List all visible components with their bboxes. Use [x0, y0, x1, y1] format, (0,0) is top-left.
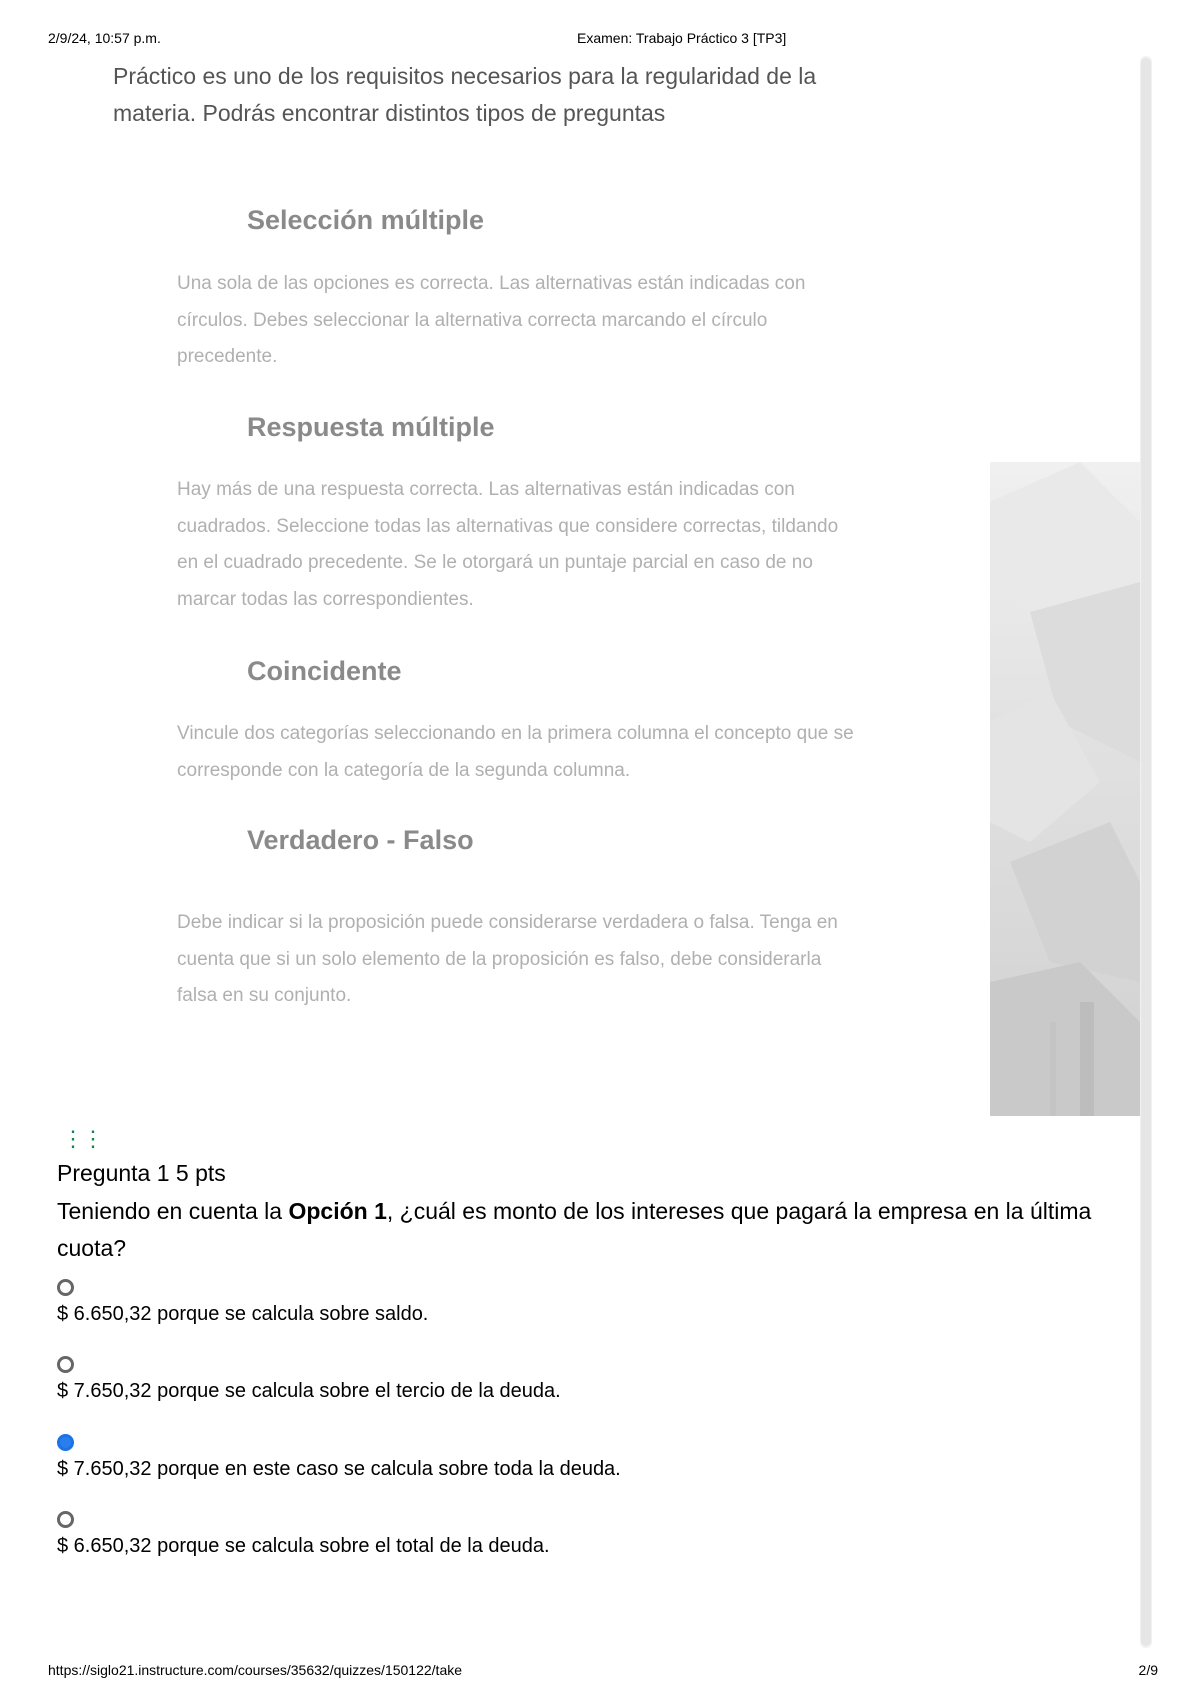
- print-title: Examen: Trabajo Práctico 3 [TP3]: [577, 30, 787, 46]
- question-header: Pregunta 1 5 pts: [57, 1160, 226, 1186]
- decorative-image: [990, 462, 1140, 1116]
- radio-button[interactable]: [57, 1511, 74, 1528]
- section-title-coincidente: Coincidente: [247, 656, 402, 686]
- decorative-shapes: [990, 462, 1140, 1116]
- drag-handle-icon[interactable]: ⋮⋮: [62, 1126, 104, 1152]
- answer-option-3[interactable]: $ 7.650,32 porque en este caso se calcul…: [57, 1434, 957, 1481]
- answer-option-4[interactable]: $ 6.650,32 porque se calcula sobre el to…: [57, 1511, 957, 1558]
- answer-label[interactable]: $ 6.650,32 porque se calcula sobre saldo…: [57, 1303, 957, 1326]
- answer-label[interactable]: $ 7.650,32 porque en este caso se calcul…: [57, 1458, 957, 1481]
- section-text-seleccion-multiple: Una sola de las opciones es correcta. La…: [177, 273, 806, 367]
- section-text-respuesta-multiple: Hay más de una respuesta correcta. Las a…: [177, 479, 839, 610]
- intro-text: Práctico es uno de los requisitos necesa…: [113, 63, 817, 126]
- answer-label[interactable]: $ 7.650,32 porque se calcula sobre el te…: [57, 1380, 957, 1403]
- section-text-coincidente: Vincule dos categorías seleccionando en …: [177, 723, 854, 781]
- section-title-verdadero-falso: Verdadero - Falso: [247, 825, 474, 855]
- section-title-seleccion-multiple: Selección múltiple: [247, 205, 485, 235]
- section-title-respuesta-multiple: Respuesta múltiple: [247, 412, 495, 442]
- scrollbar-thumb[interactable]: [1141, 58, 1151, 1646]
- question-text-bold: Opción 1: [288, 1198, 387, 1224]
- answer-option-2[interactable]: $ 7.650,32 porque se calcula sobre el te…: [57, 1356, 957, 1403]
- radio-button-selected[interactable]: [57, 1434, 74, 1451]
- print-page-number: 2/9: [1138, 1662, 1158, 1678]
- print-footer: https://siglo21.instructure.com/courses/…: [0, 1662, 1200, 1682]
- answer-option-1[interactable]: $ 6.650,32 porque se calcula sobre saldo…: [57, 1279, 957, 1326]
- question-text-before: Teniendo en cuenta la: [57, 1198, 289, 1224]
- print-datetime: 2/9/24, 10:57 p.m.: [48, 30, 161, 46]
- radio-button[interactable]: [57, 1356, 74, 1373]
- answer-label[interactable]: $ 6.650,32 porque se calcula sobre el to…: [57, 1535, 957, 1558]
- print-url: https://siglo21.instructure.com/courses/…: [48, 1662, 463, 1678]
- question-text: Teniendo en cuenta la Opción 1, ¿cuál es…: [57, 1193, 1117, 1267]
- print-header: 2/9/24, 10:57 p.m. Examen: Trabajo Práct…: [0, 30, 1200, 50]
- section-text-verdadero-falso: Debe indicar si la proposición puede con…: [177, 912, 838, 1006]
- radio-button[interactable]: [57, 1279, 74, 1296]
